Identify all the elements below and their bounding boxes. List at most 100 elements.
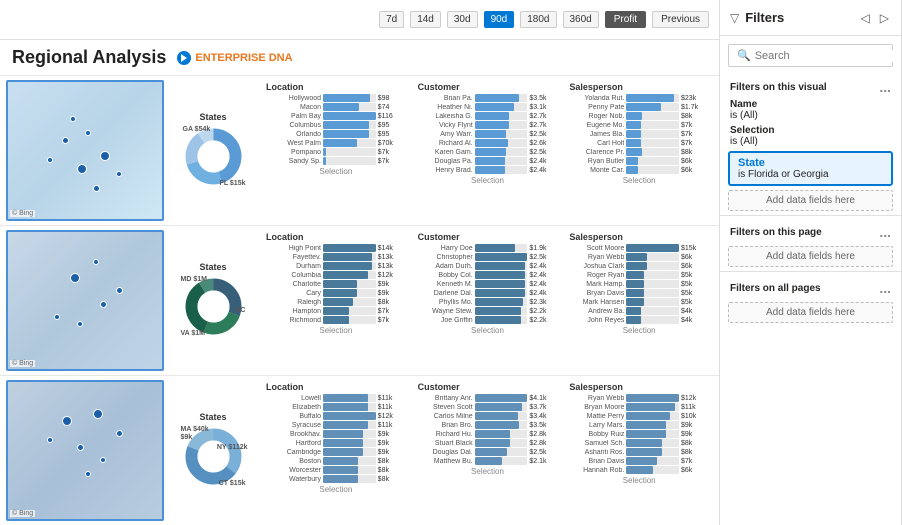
time-btn-180d[interactable]: 180d — [520, 11, 556, 28]
states-label-3: States — [199, 412, 226, 422]
states-label-1: States — [199, 112, 226, 122]
bar-row: Cary $9k — [266, 289, 406, 297]
salesperson-axis-3: Selection — [569, 476, 709, 485]
bar-row: Hollywood $98 — [266, 94, 406, 102]
filter-selection-item[interactable]: Selection is (All) — [720, 123, 901, 149]
filter-name-item[interactable]: Name is (All) — [720, 97, 901, 123]
search-input[interactable] — [755, 50, 897, 62]
states-label-2: States — [199, 262, 226, 272]
map-section-2[interactable]: © Bing — [6, 230, 164, 371]
bar-row: Ryan Webb $12k — [569, 394, 709, 402]
search-box[interactable]: 🔍 — [728, 44, 893, 67]
filters-title: Filters — [745, 10, 852, 25]
states-section-3: States MA $40k$9k NY $112k CT $15k — [168, 380, 258, 521]
bar-row: Durham $13k — [266, 262, 406, 270]
customer-chart-2: Customer Harry Doe $1.9k Christopher $2.… — [414, 230, 562, 371]
add-all-fields-btn[interactable]: Add data fields here — [728, 302, 893, 323]
brand-logo: ENTERPRISE DNA — [176, 50, 292, 66]
time-btn-14d[interactable]: 14d — [410, 11, 441, 28]
bar-row: Clarence Pr. $8k — [569, 148, 709, 156]
page-title: Regional Analysis — [12, 47, 166, 68]
bar-row: Roger Nob. $8k — [569, 112, 709, 120]
customer-axis-3: Selection — [418, 467, 558, 476]
location-title-3: Location — [266, 382, 406, 392]
salesperson-bars-3: Ryan Webb $12k Bryan Moore $11k Mattie P… — [569, 394, 709, 475]
donut-3: MA $40k$9k NY $112k CT $15k — [181, 424, 246, 489]
page-section-label: Filters on this page — [730, 227, 822, 238]
divider-1 — [720, 215, 901, 216]
bar-row: James Bla. $7k — [569, 130, 709, 138]
previous-button[interactable]: Previous — [652, 11, 709, 28]
visual-filter-section-title: Filters on this visual ... — [720, 75, 901, 97]
bar-row: Monte Car. $6k — [569, 166, 709, 174]
axis-label-1: Selection — [266, 167, 406, 176]
bar-row: West Palm $70k — [266, 139, 406, 147]
bar-row: Hartford $9k — [266, 439, 406, 447]
time-btn-30d[interactable]: 30d — [447, 11, 478, 28]
bar-row: Heather Ni. $3.1k — [418, 103, 558, 111]
filters-back-arrow[interactable]: ◁ — [859, 9, 872, 27]
map-dot — [77, 444, 84, 451]
salesperson-axis-2: Selection — [569, 326, 709, 335]
bar-row: Adam Durh. $2.4k — [418, 262, 558, 270]
salesperson-bars-1: Yolanda Rut. $23k Penny Pate $1.7k Roger… — [569, 94, 709, 175]
filter-state-label: State — [738, 157, 883, 169]
all-pages-section-dots[interactable]: ... — [879, 280, 891, 296]
bar-row: Ryan Webb $6k — [569, 253, 709, 261]
bar-row: Darlene Dal. $2.4k — [418, 289, 558, 297]
bar-row: Raleigh $8k — [266, 298, 406, 306]
map-dot — [93, 185, 100, 192]
filters-panel: ▽ Filters ◁ ▷ 🔍 Filters on this visual .… — [720, 0, 902, 525]
map-dot — [47, 157, 53, 163]
map-dot — [93, 259, 99, 265]
bar-row: Palm Bay $116 — [266, 112, 406, 120]
bar-row: Boston $8k — [266, 457, 406, 465]
bing-watermark-2: © Bing — [10, 360, 35, 367]
bar-row: Karen Gam. $2.5k — [418, 148, 558, 156]
page-section-dots[interactable]: ... — [879, 224, 891, 240]
filters-forward-arrow[interactable]: ▷ — [878, 9, 891, 27]
page-filter-section-title: Filters on this page ... — [720, 220, 901, 242]
bar-row: Stuart Black $2.8k — [418, 439, 558, 447]
bar-row: Harry Doe $1.9k — [418, 244, 558, 252]
bar-row: Bobby Ruiz $9k — [569, 430, 709, 438]
bing-watermark: © Bing — [10, 210, 35, 217]
bar-row: Cambridge $9k — [266, 448, 406, 456]
axis-label-2: Selection — [266, 326, 406, 335]
time-btn-360d[interactable]: 360d — [563, 11, 599, 28]
donut-label-ma: MA $40k$9k — [181, 426, 209, 443]
add-visual-fields-btn[interactable]: Add data fields here — [728, 190, 893, 211]
add-page-fields-btn[interactable]: Add data fields here — [728, 246, 893, 267]
salesperson-chart-1: Salesperson Yolanda Rut. $23k Penny Pate… — [565, 80, 713, 221]
bar-row: Joe Griffin $2.2k — [418, 316, 558, 324]
location-chart-1: Location Hollywood $98 Macon $74 — [262, 80, 410, 221]
bar-row: Carlos Milne $3.4k — [418, 412, 558, 420]
donut-1: GA $54k FL $15k — [181, 124, 246, 189]
bar-row: Douglas Dal. $2.5k — [418, 448, 558, 456]
map-section-1[interactable]: © Bing — [6, 80, 164, 221]
bar-row: John Reyes $4k — [569, 316, 709, 324]
customer-chart-1: Customer Brian Pa. $3.5k Heather Ni. $3.… — [414, 80, 562, 221]
profit-button[interactable]: Profit — [605, 11, 646, 28]
map-section-3[interactable]: © Bing — [6, 380, 164, 521]
map-dot — [70, 273, 80, 283]
filter-state-highlighted[interactable]: State is Florida or Georgia — [728, 151, 893, 186]
filter-name-label: Name — [730, 99, 891, 110]
bar-row: Charlotte $9k — [266, 280, 406, 288]
visual-section-dots[interactable]: ... — [879, 79, 891, 95]
content-area: © Bing States GA $54k — [0, 76, 719, 525]
bar-row: Brian Bro. $3.5k — [418, 421, 558, 429]
bar-row: Richard Al. $2.6k — [418, 139, 558, 147]
map-dot — [54, 314, 60, 320]
location-bars-2: High Point $14k Fayettev. $13k Durham — [266, 244, 406, 325]
location-bars-3: Lowell $11k Elizabeth $11k Buffalo — [266, 394, 406, 484]
bar-row: Hampton $7k — [266, 307, 406, 315]
bar-row: Mark Hamp. $5k — [569, 280, 709, 288]
toolbar: 7d 14d 30d 90d 180d 360d Profit Previous — [0, 0, 719, 40]
customer-bars-1: Brian Pa. $3.5k Heather Ni. $3.1k Lakeis… — [418, 94, 558, 175]
time-btn-90d[interactable]: 90d — [484, 11, 515, 28]
customer-title-3: Customer — [418, 382, 558, 392]
time-btn-7d[interactable]: 7d — [379, 11, 404, 28]
bar-row: Bryan Moore $11k — [569, 403, 709, 411]
bar-row: Scott Moore $15k — [569, 244, 709, 252]
